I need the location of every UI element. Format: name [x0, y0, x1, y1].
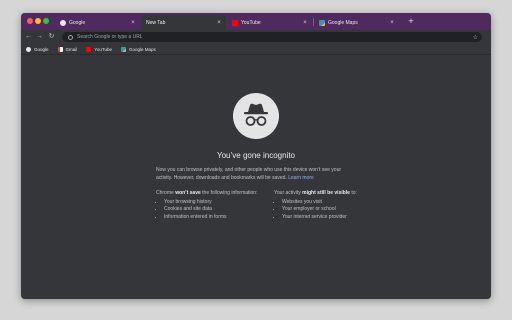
bookmark-label: Gmail [65, 46, 78, 52]
back-arrow-icon[interactable]: ← [24, 32, 33, 42]
bookmark-label: YouTube [94, 46, 112, 52]
tab-label: Google [69, 19, 86, 26]
tab-google[interactable]: Google × [55, 15, 140, 30]
list-item: Your browsing history [164, 199, 266, 207]
wont-save-heading: Chrome won’t save the following informat… [156, 190, 266, 198]
bookmark-gmail[interactable]: Gmail [57, 46, 78, 52]
still-visible-heading: Your activity might still be visible to: [274, 190, 384, 198]
forward-arrow-icon[interactable]: → [35, 32, 44, 42]
youtube-icon [232, 19, 238, 26]
heading-text: Chrome [156, 190, 176, 196]
close-icon[interactable]: × [215, 20, 223, 26]
tab-google-maps[interactable]: Google Maps × [314, 15, 399, 30]
heading-text: Your activity [274, 190, 303, 196]
address-bar[interactable]: Search Google or type a URL ☆ [62, 32, 482, 42]
bookmark-google-maps[interactable]: Google Maps [120, 46, 156, 52]
incognito-intro: Now you can browse privately, and other … [156, 167, 356, 182]
google-icon [26, 46, 31, 52]
maximize-window-button[interactable] [43, 18, 49, 24]
toolbar: ← → ↻ Search Google or type a URL ☆ [21, 30, 491, 44]
still-visible-list: Websites you visit Your employer or scho… [274, 199, 384, 222]
maps-icon [120, 46, 126, 52]
bookmark-label: Google Maps [128, 46, 156, 52]
bookmarks-bar: Google Gmail YouTube Google Maps [21, 44, 491, 55]
new-tab-button[interactable]: + [406, 15, 416, 28]
youtube-icon [86, 46, 92, 52]
page-title: You’ve gone incognito [217, 151, 295, 160]
list-item: Your employer or school [282, 206, 384, 214]
tab-label: YouTube [241, 19, 261, 26]
gmail-icon [57, 46, 63, 52]
close-icon[interactable]: × [129, 20, 137, 26]
heading-text: the following information: [200, 190, 258, 196]
bookmark-star-icon[interactable]: ☆ [473, 34, 478, 41]
browser-window: Google × New Tab × YouTube × Google Maps… [21, 13, 491, 299]
list-item: Cookies and site data [164, 206, 266, 214]
wont-save-section: Chrome won’t save the following informat… [156, 190, 266, 221]
learn-more-link[interactable]: Learn more [288, 175, 314, 181]
bookmark-label: Google [34, 46, 49, 52]
reload-icon[interactable]: ↻ [47, 32, 56, 42]
google-icon [60, 19, 66, 26]
tab-strip: Google × New Tab × YouTube × Google Maps… [21, 13, 491, 30]
wont-save-list: Your browsing history Cookies and site d… [156, 199, 266, 222]
list-item: Websites you visit [282, 199, 384, 207]
close-icon[interactable]: × [301, 20, 309, 26]
maps-icon [319, 19, 325, 26]
close-window-button[interactable] [27, 18, 33, 24]
still-visible-section: Your activity might still be visible to:… [274, 190, 384, 221]
incognito-page: You’ve gone incognito Now you can browse… [21, 55, 491, 299]
bookmark-youtube[interactable]: YouTube [86, 46, 112, 52]
close-icon[interactable]: × [388, 20, 396, 26]
tab-youtube[interactable]: YouTube × [227, 15, 312, 30]
tab-new-tab[interactable]: New Tab × [141, 15, 226, 30]
incognito-icon [233, 93, 279, 139]
heading-bold: won’t save [175, 190, 201, 196]
tab-label: Google Maps [328, 19, 358, 26]
heading-bold: might still be visible [302, 190, 350, 196]
list-item: Your internet service provider [282, 214, 384, 222]
list-item: Information entered in forms [164, 214, 266, 222]
incognito-glyph [244, 103, 268, 126]
bookmark-google[interactable]: Google [26, 46, 49, 52]
minimize-window-button[interactable] [35, 18, 41, 24]
search-icon [68, 34, 73, 40]
heading-text: to: [349, 190, 357, 196]
tab-label: New Tab [146, 19, 166, 26]
address-bar-placeholder: Search Google or type a URL [77, 34, 143, 40]
